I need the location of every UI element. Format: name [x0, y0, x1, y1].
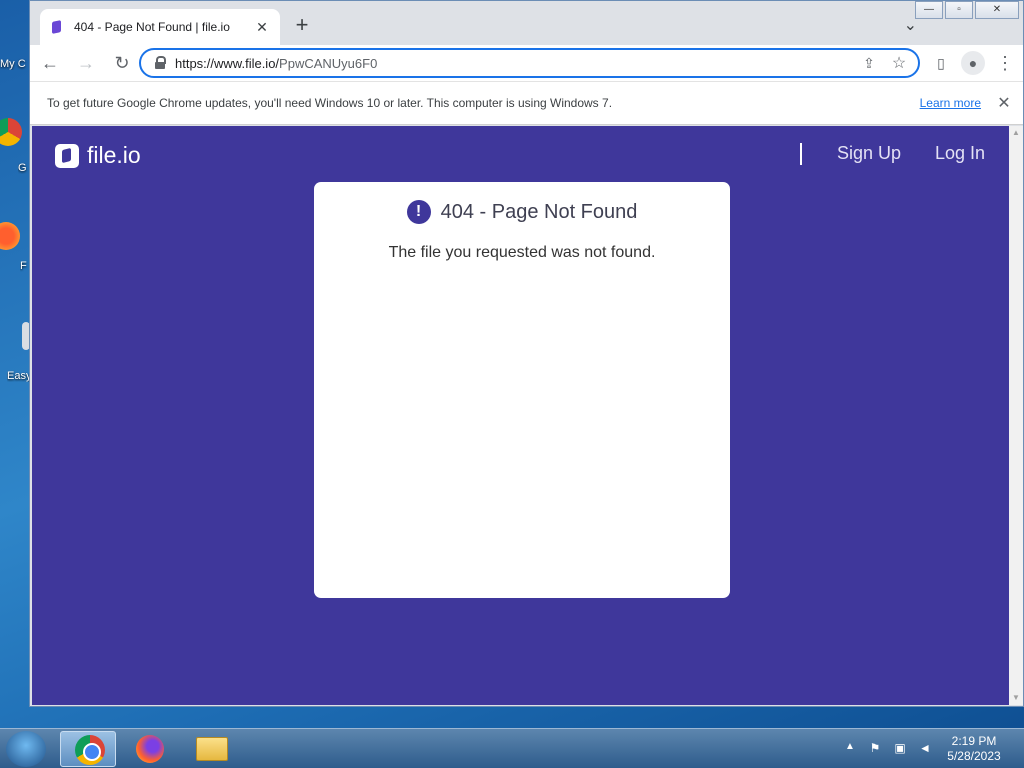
menu-kebab-icon[interactable]: ⋮ [993, 51, 1017, 75]
learn-more-link[interactable]: Learn more [920, 96, 981, 110]
side-panel-icon[interactable]: ▯ [929, 51, 953, 75]
taskbar-chrome[interactable] [60, 731, 116, 767]
firefox-shortcut-icon [0, 222, 20, 250]
browser-window: 404 - Page Not Found | file.io ✕ + ⌄ — ▫… [29, 0, 1024, 707]
error-title: 404 - Page Not Found [440, 200, 638, 223]
fileio-logo-icon [55, 143, 79, 168]
tab-title: 404 - Page Not Found | file.io [74, 20, 230, 34]
desktop-icon-app[interactable]: Easy [0, 322, 31, 382]
maximize-button[interactable]: ▫ [945, 1, 973, 19]
address-bar[interactable]: https://www.file.io/PpwCANUyu6F0 ⇪ ☆ [139, 48, 920, 78]
taskbar-firefox[interactable] [122, 731, 178, 767]
infobar-message: To get future Google Chrome updates, you… [47, 96, 613, 110]
tab-strip: 404 - Page Not Found | file.io ✕ + ⌄ — ▫… [30, 1, 1023, 45]
browser-toolbar: ← → ↻ https://www.file.io/PpwCANUyu6F0 ⇪… [30, 45, 1023, 81]
reload-button[interactable]: ↻ [106, 47, 138, 79]
log-in-link[interactable]: Log In [935, 143, 985, 164]
start-button[interactable] [6, 731, 46, 767]
url-path: PpwCANUyu6F0 [279, 55, 378, 71]
page-viewport: file.io Sign Up Log In ! 404 - Page Not … [32, 126, 1011, 705]
tab-active[interactable]: 404 - Page Not Found | file.io ✕ [40, 9, 280, 45]
close-window-button[interactable]: ✕ [975, 1, 1019, 19]
forward-button[interactable]: → [70, 47, 102, 79]
infobar-close-icon[interactable]: ✕ [997, 93, 1011, 113]
file-explorer-icon [196, 737, 228, 761]
sign-up-link[interactable]: Sign Up [837, 143, 901, 164]
clock-time: 2:19 PM [951, 734, 997, 748]
new-tab-button[interactable]: + [290, 13, 314, 37]
desktop-icon-label: My C [0, 58, 26, 70]
url-text[interactable]: https://www.file.io/PpwCANUyu6F0 [175, 56, 858, 71]
chrome-icon [75, 735, 105, 765]
error-card: ! 404 - Page Not Found The file you requ… [314, 182, 730, 598]
tab-close-icon[interactable]: ✕ [254, 19, 270, 36]
desktop-icon-chrome[interactable]: G [0, 118, 30, 174]
back-button[interactable]: ← [34, 47, 66, 79]
share-icon[interactable]: ⇪ [858, 55, 880, 72]
nav-divider [800, 143, 802, 165]
url-host: https://www.file.io/ [175, 55, 280, 71]
desktop-icon-computer[interactable]: My C [0, 16, 30, 70]
desktop-icon-firefox[interactable]: F [0, 222, 30, 272]
volume-muted-icon[interactable]: ◄ [916, 741, 934, 757]
chrome-shortcut-icon [0, 118, 22, 146]
error-header: ! 404 - Page Not Found [314, 200, 730, 224]
taskbar-explorer[interactable] [184, 731, 240, 767]
scroll-down-icon[interactable]: ▼ [1009, 691, 1023, 705]
error-message: The file you requested was not found. [388, 244, 656, 261]
taskbar: ▲ ⚑ ▣ ◄ 2:19 PM 5/28/2023 [0, 728, 1024, 768]
fileio-logo[interactable]: file.io [55, 142, 141, 169]
scroll-up-icon[interactable]: ▲ [1009, 126, 1023, 140]
fileio-favicon-icon [50, 20, 64, 34]
window-controls: — ▫ ✕ [913, 1, 1019, 19]
firefox-icon [136, 735, 164, 763]
lock-icon[interactable] [153, 56, 167, 70]
profile-avatar-icon[interactable]: ● [961, 51, 985, 75]
logo-text: file.io [87, 142, 141, 168]
clock-date: 5/28/2023 [947, 749, 1001, 763]
minimize-button[interactable]: — [915, 1, 943, 19]
vertical-scrollbar[interactable]: ▲ ▼ [1009, 126, 1023, 705]
show-hidden-icons-icon[interactable]: ▲ [845, 741, 855, 752]
system-clock[interactable]: 2:19 PM 5/28/2023 [940, 734, 1008, 764]
action-center-flag-icon[interactable]: ⚑ [866, 741, 884, 757]
bookmark-star-icon[interactable]: ☆ [888, 53, 910, 73]
exclamation-icon: ! [406, 200, 431, 224]
update-infobar: To get future Google Chrome updates, you… [30, 81, 1023, 125]
network-icon[interactable]: ▣ [891, 741, 909, 757]
